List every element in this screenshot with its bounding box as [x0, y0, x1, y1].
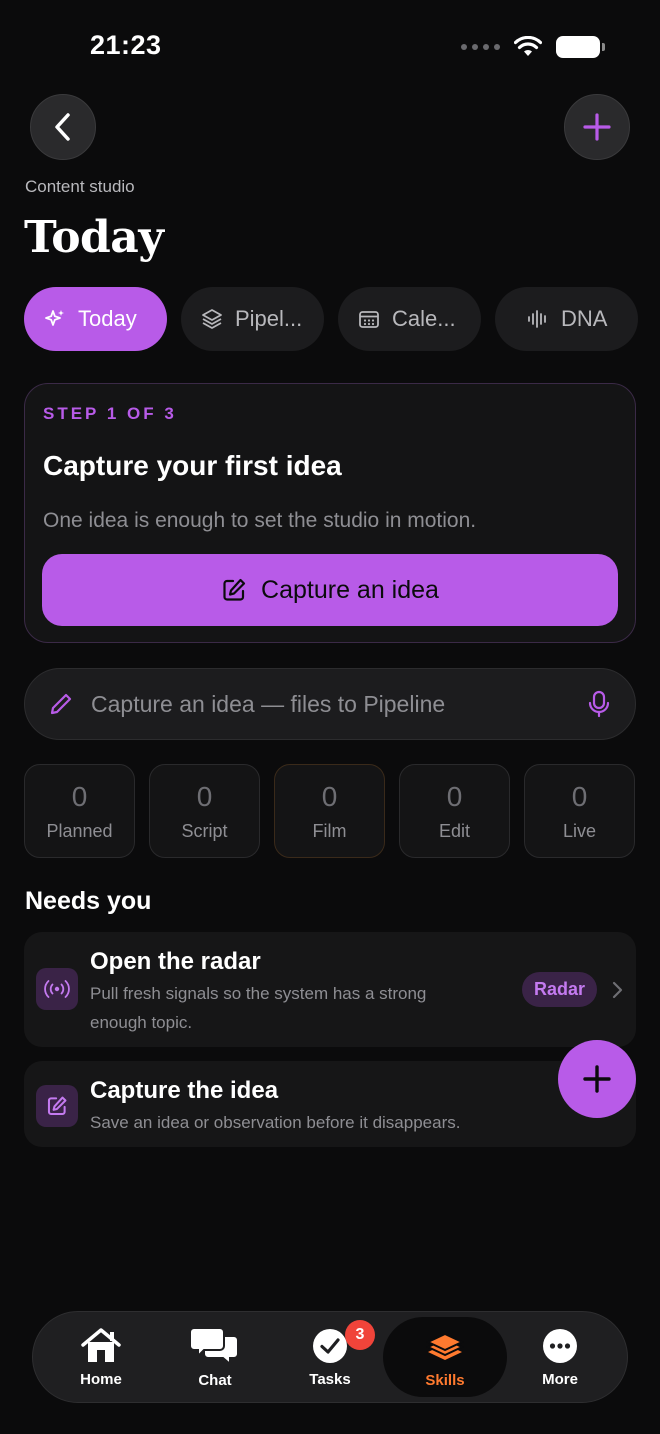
add-button[interactable] [564, 94, 630, 160]
tab-label: Pipel... [235, 306, 303, 331]
microphone-icon[interactable] [587, 690, 611, 718]
stat-value: 0 [446, 780, 463, 812]
tab-bar: Today Pipel... Cale... DNA [24, 287, 638, 351]
stack-icon [425, 1332, 465, 1360]
stat-label: Film [312, 820, 347, 841]
sparkle-icon [45, 310, 64, 326]
stat-value: 0 [71, 780, 88, 812]
tab-label: Cale... [392, 306, 456, 331]
battery-icon [556, 36, 605, 58]
step-title: Capture your first idea [43, 450, 342, 481]
pipeline-stats: 0 Planned 0 Script 0 Film 0 Edit 0 Live [24, 764, 635, 858]
chevron-left-icon [55, 113, 70, 141]
task-icon [36, 968, 78, 1010]
nav-label: More [542, 1370, 578, 1388]
waveform-icon [528, 310, 546, 328]
task-description: Save an idea or observation before it di… [90, 1113, 461, 1132]
stat-live[interactable]: 0 Live [524, 764, 635, 858]
floating-add-button[interactable] [558, 1040, 636, 1118]
task-title: Open the radar [90, 948, 261, 975]
task-icon [36, 1085, 78, 1127]
nav-label: Tasks [309, 1370, 351, 1388]
stat-value: 0 [321, 780, 338, 812]
tab-calendar[interactable]: Cale... [338, 287, 481, 351]
home-icon [81, 1327, 121, 1362]
page-eyebrow: Content studio [25, 177, 135, 196]
tasks-badge: 3 [345, 1320, 375, 1350]
page-title: Today [24, 212, 164, 263]
check-circle-icon [313, 1328, 347, 1363]
onboarding-step-card: STEP 1 OF 3 Capture your first idea One … [24, 383, 636, 643]
radar-icon [44, 980, 70, 998]
status-icons [461, 36, 605, 58]
task-description-line-2: enough topic. [90, 1013, 193, 1032]
nav-tasks[interactable]: Tasks 3 [288, 1312, 375, 1402]
quick-capture-input[interactable] [89, 689, 571, 719]
quick-capture-field[interactable] [24, 668, 636, 740]
stat-label: Script [181, 820, 228, 841]
stat-edit[interactable]: 0 Edit [399, 764, 510, 858]
task-capture-idea[interactable]: Capture the idea Save an idea or observa… [24, 1061, 636, 1147]
nav-chat[interactable]: Chat [173, 1312, 257, 1402]
plus-icon [583, 113, 611, 141]
more-icon [543, 1328, 577, 1363]
edit-icon [47, 1096, 67, 1116]
step-description: One idea is enough to set the studio in … [43, 509, 477, 532]
edit-icon [223, 578, 246, 601]
capture-idea-button[interactable]: Capture an idea [42, 554, 618, 626]
plus-icon [583, 1065, 611, 1093]
nav-label: Chat [198, 1371, 232, 1389]
pencil-icon [50, 693, 72, 715]
nav-skills[interactable]: Skills [403, 1312, 487, 1402]
stat-label: Edit [438, 820, 471, 841]
signal-icon [461, 44, 500, 50]
stat-value: 0 [571, 780, 588, 812]
tab-pipeline[interactable]: Pipel... [181, 287, 324, 351]
task-description-line-1: Pull fresh signals so the system has a s… [90, 984, 427, 1003]
needs-you-heading: Needs you [25, 887, 152, 915]
tab-dna[interactable]: DNA [495, 287, 638, 351]
wifi-icon [514, 36, 542, 56]
layers-icon [202, 309, 222, 329]
status-time: 21:23 [90, 30, 162, 60]
tab-label: Today [78, 306, 137, 331]
stat-label: Live [562, 820, 597, 841]
nav-home[interactable]: Home [59, 1312, 143, 1402]
stat-film[interactable]: 0 Film [274, 764, 385, 858]
stat-label: Planned [46, 820, 113, 841]
stat-planned[interactable]: 0 Planned [24, 764, 135, 858]
tab-label: DNA [561, 306, 608, 331]
calendar-icon [359, 311, 379, 328]
radar-pill[interactable]: Radar [522, 972, 598, 1007]
nav-label: Skills [425, 1371, 465, 1389]
step-label: STEP 1 OF 3 [43, 404, 177, 423]
stat-script[interactable]: 0 Script [149, 764, 260, 858]
nav-label: Home [80, 1370, 122, 1388]
chat-icon [190, 1326, 239, 1366]
task-open-radar[interactable]: Open the radar Pull fresh signals so the… [24, 932, 636, 1047]
stat-value: 0 [196, 780, 213, 812]
task-title: Capture the idea [90, 1077, 279, 1104]
nav-more[interactable]: More [518, 1312, 602, 1402]
tab-today[interactable]: Today [24, 287, 167, 351]
chevron-right-icon [612, 981, 623, 999]
back-button[interactable] [30, 94, 96, 160]
bottom-navigation: Home Chat Tasks 3 Skills More [32, 1311, 628, 1403]
capture-idea-button-label: Capture an idea [261, 575, 439, 604]
